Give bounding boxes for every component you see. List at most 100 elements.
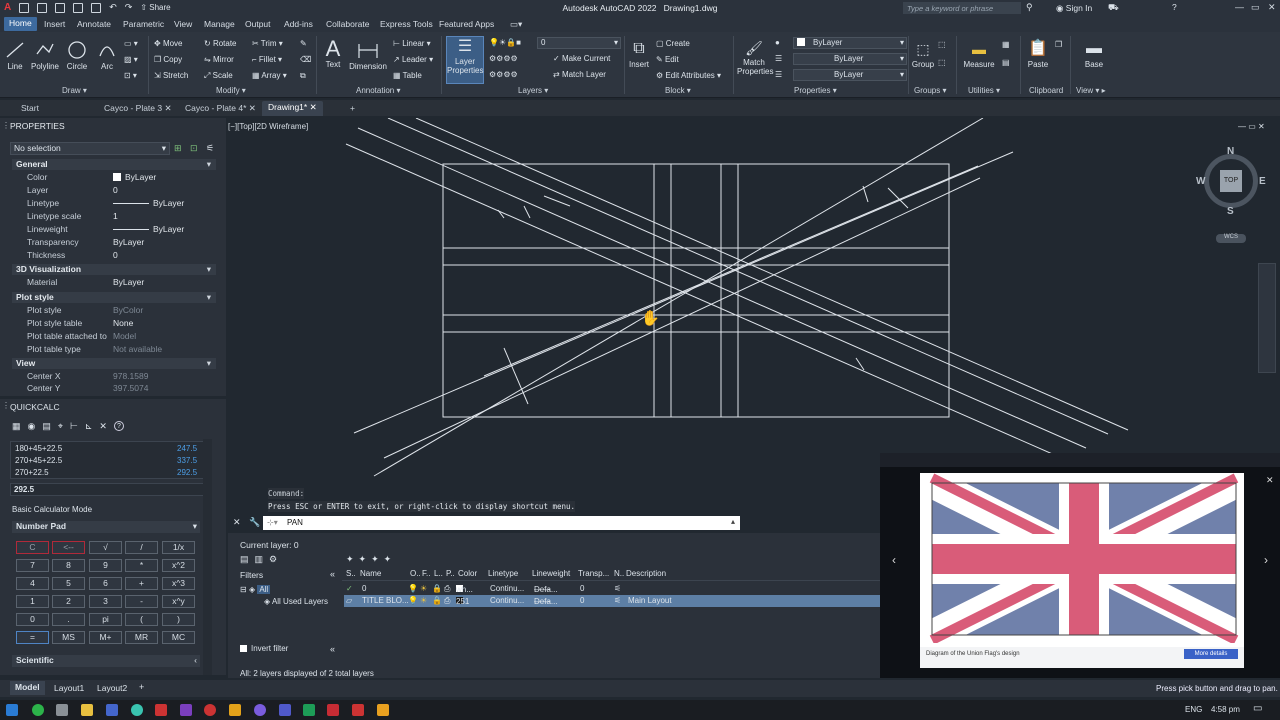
selection-dropdown[interactable]: No selection ▾ — [10, 142, 170, 155]
app-icon[interactable] — [377, 704, 389, 716]
calc-key[interactable]: 6 — [89, 577, 122, 590]
close-tab-icon[interactable]: ✕ — [165, 103, 172, 113]
prop-row-plot-style-table[interactable]: Plot style table None — [12, 318, 216, 330]
section-view[interactable]: View — [12, 358, 216, 369]
calc-key[interactable]: 5 — [52, 577, 85, 590]
prop-row-plot-table-attached[interactable]: Plot table attached to Model — [12, 331, 216, 343]
copy-button[interactable]: ❐ Copy — [154, 55, 182, 64]
history-result[interactable]: 292.5 — [177, 468, 197, 477]
arc-button[interactable]: Arc — [96, 40, 118, 71]
section-plot-style[interactable]: Plot style — [12, 292, 216, 303]
onenote-icon[interactable] — [180, 704, 192, 716]
calc-key[interactable]: M+ — [89, 631, 122, 644]
annotation-panel-title[interactable]: Annotation ▾ — [356, 86, 401, 95]
delete-layer-icon[interactable]: ✦ — [371, 554, 379, 565]
text-button[interactable]: A Text — [322, 38, 344, 70]
utilities-panel-title[interactable]: Utilities ▾ — [968, 86, 1000, 95]
tab-home[interactable]: Home — [4, 17, 37, 31]
compass-north[interactable]: N — [1227, 146, 1234, 157]
command-history-toggle-icon[interactable]: ▴ — [731, 517, 735, 526]
layer-states-icon[interactable]: ⚙ — [269, 554, 277, 565]
new-layer-icon[interactable]: ✦ — [346, 554, 354, 565]
calc-key[interactable]: = — [16, 631, 49, 644]
layer-lock-icon[interactable]: 🔒 — [432, 596, 442, 605]
col-new-vp-freeze[interactable]: N.. — [614, 569, 624, 578]
groups-panel-title[interactable]: Groups ▾ — [914, 86, 946, 95]
tab-cayco-plate-4[interactable]: Cayco - Plate 4* ✕ — [185, 103, 256, 114]
col-plot[interactable]: P.. — [446, 569, 455, 578]
lineweight-dropdown[interactable]: ByLayer ▾ — [793, 69, 907, 81]
notifications-icon[interactable]: ▭ — [1253, 703, 1262, 714]
language-indicator[interactable]: ENG — [1185, 705, 1202, 714]
intersection-icon[interactable]: ✕ — [99, 421, 107, 432]
layer-properties-button[interactable]: ☰ Layer Properties — [446, 36, 484, 84]
new-layout-icon[interactable]: + — [139, 682, 144, 692]
calc-key[interactable]: 0 — [16, 613, 49, 626]
leader-button[interactable]: ↗ Leader ▾ — [393, 55, 433, 64]
calc-key[interactable]: / — [125, 541, 158, 554]
calc-key[interactable]: MR — [125, 631, 158, 644]
table-button[interactable]: ▦ Table — [393, 71, 422, 80]
layer-name[interactable]: TITLE BLO... — [362, 596, 409, 605]
insert-button[interactable]: ⧉ Insert — [628, 38, 650, 69]
prop-row-center-y[interactable]: Center Y 397.5074 — [12, 383, 216, 392]
circle-button[interactable]: Circle — [64, 40, 90, 71]
command-line[interactable]: ⊹▾ PAN ▴ — [263, 516, 740, 530]
more-details-button[interactable]: More details — [1184, 649, 1238, 659]
trim-button[interactable]: ✂ Trim ▾ — [252, 39, 283, 48]
viewcube[interactable]: TOP N S W E — [1196, 146, 1266, 217]
calc-key[interactable]: ( — [125, 613, 158, 626]
prop-row-linetype-scale[interactable]: Linetype scale 1 — [12, 211, 216, 223]
match-properties-button[interactable]: 🖌 Match Properties — [737, 38, 773, 76]
get-coordinates-icon[interactable]: ⌖ — [58, 421, 63, 432]
prop-row-transparency[interactable]: Transparency ByLayer — [12, 237, 216, 249]
prop-row-linetype[interactable]: Linetype ByLayer — [12, 198, 216, 210]
tab-layout1[interactable]: Layout1 — [54, 683, 84, 693]
prop-row-lineweight[interactable]: Lineweight ByLayer — [12, 224, 216, 236]
match-layer-button[interactable]: ⇄ Match Layer — [553, 70, 606, 79]
col-status[interactable]: S.. — [346, 569, 356, 578]
set-current-icon[interactable]: ✦ — [384, 554, 392, 565]
array-button[interactable]: ▦ Array ▾ — [252, 71, 287, 80]
app-icon[interactable] — [106, 704, 118, 716]
browser-icon[interactable] — [131, 704, 143, 716]
block-panel-title[interactable]: Block ▾ — [665, 86, 691, 95]
collapse-filters-icon[interactable]: « — [330, 644, 335, 654]
new-vp-freeze-icon[interactable]: ⚟ — [614, 596, 621, 605]
calc-key[interactable]: 2 — [52, 595, 85, 608]
calc-key[interactable]: x^2 — [162, 559, 195, 572]
layer-linetype[interactable]: Continu... — [490, 596, 524, 605]
calc-key[interactable]: x^y — [162, 595, 195, 608]
calc-history[interactable]: 180+45+22.5 247.5 270+45+22.5 337.5 270+… — [10, 441, 212, 479]
properties-panel-title[interactable]: Properties ▾ — [794, 86, 837, 95]
filter-all[interactable]: ⊟ ◈ All — [240, 585, 328, 594]
toggle-pickadd-icon[interactable]: ⊞ — [174, 143, 182, 154]
navigation-bar[interactable] — [1258, 263, 1276, 373]
calc-key[interactable]: 1 — [16, 595, 49, 608]
calc-key[interactable]: x^3 — [162, 577, 195, 590]
cart-icon[interactable]: ⛟ — [1108, 2, 1119, 14]
close-tab-icon[interactable]: ✕ — [249, 103, 256, 113]
invert-filter-checkbox[interactable]: Invert filter — [240, 644, 288, 653]
restore-icon[interactable]: ▭ — [1251, 2, 1260, 13]
teams-icon[interactable] — [279, 704, 291, 716]
prop-row-color[interactable]: Color ByLayer — [12, 172, 216, 184]
viewcube-top-face[interactable]: TOP — [1220, 170, 1242, 192]
ungroup-icon[interactable]: ⬚ — [938, 40, 946, 49]
group-button[interactable]: ⬚ Group — [911, 38, 935, 69]
rotate-button[interactable]: ↻ Rotate — [204, 39, 237, 48]
angle-icon[interactable]: ⊾ — [85, 421, 93, 432]
stretch-button[interactable]: ⇲ Stretch — [154, 71, 188, 80]
layer-on-icon[interactable]: 💡 — [408, 596, 418, 605]
base-button[interactable]: ▬ Base — [1082, 38, 1106, 69]
quickcalc-scrollbar[interactable] — [203, 439, 212, 675]
prop-row-plot-style[interactable]: Plot style ByColor — [12, 305, 216, 317]
next-image-icon[interactable]: › — [1264, 553, 1268, 567]
new-vp-freeze-icon[interactable]: ⚟ — [614, 584, 621, 593]
rectangle-icon[interactable]: ▭ ▾ — [124, 39, 138, 48]
close-viewer-icon[interactable]: ✕ — [1266, 475, 1274, 486]
tab-collaborate[interactable]: Collaborate — [326, 19, 369, 29]
group-filter-icon[interactable]: ▥ — [255, 554, 264, 565]
col-description[interactable]: Description — [626, 569, 666, 578]
calc-key[interactable]: MS — [52, 631, 85, 644]
